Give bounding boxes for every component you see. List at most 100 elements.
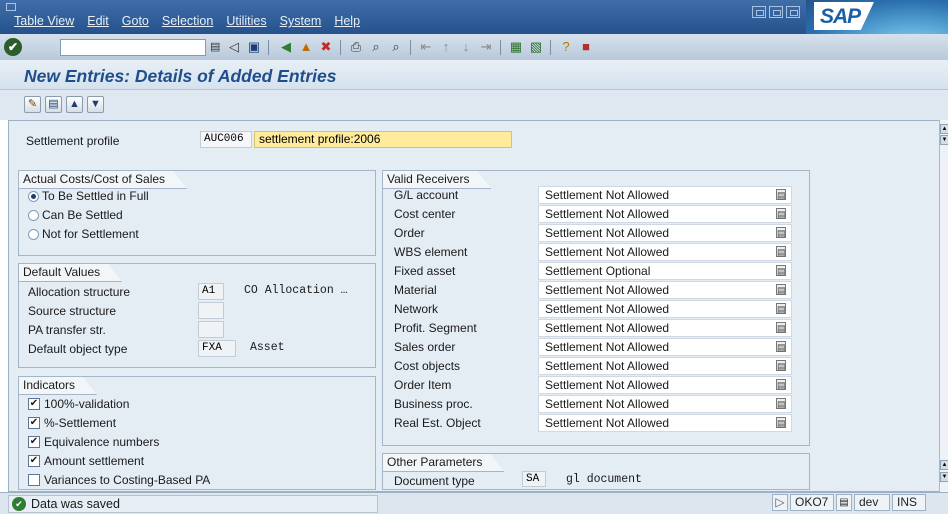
receiver-value[interactable]: Settlement Not Allowed [538,414,792,432]
dropdown-icon[interactable]: ▤ [776,208,786,219]
dropdown-icon[interactable]: ▤ [776,360,786,371]
layout-icon[interactable]: ■ [578,39,594,55]
receiver-value[interactable]: Settlement Not Allowed [538,357,792,375]
checkbox-amount-settlement[interactable]: ✔ [28,455,40,467]
menu-goto[interactable]: Goto [122,14,149,28]
dropdown-icon[interactable]: ▤ [776,246,786,257]
toolbar-separator [550,40,551,55]
maximize-icon[interactable] [769,6,783,18]
close-icon[interactable] [786,6,800,18]
radio-can-be-settled[interactable] [28,210,39,221]
receiver-name: Material [394,283,437,297]
receiver-row-material: Material Settlement Not Allowed ▤ [389,281,792,300]
command-field[interactable] [60,39,206,56]
check-circle-icon[interactable]: ✔ [4,38,22,56]
cancel-icon[interactable]: ✖ [318,39,334,55]
source-structure-field[interactable] [198,302,224,319]
next-page-icon[interactable]: ↓ [458,39,474,55]
dropdown-icon[interactable]: ▤ [776,341,786,352]
dropdown-icon[interactable]: ▤ [776,284,786,295]
dropdown-icon[interactable]: ▤ [776,379,786,390]
next-entry-icon[interactable]: ▼ [87,96,104,113]
menu-system[interactable]: System [280,14,322,28]
previous-entry-icon[interactable]: ▲ [66,96,83,113]
dropdown-icon[interactable]: ▤ [776,417,786,428]
dropdown-icon[interactable]: ▤ [776,227,786,238]
receiver-row-cost-center: Cost center Settlement Not Allowed ▤ [389,205,792,224]
exit-icon[interactable]: ▲ [298,39,314,55]
dropdown-icon[interactable]: ▤ [776,322,786,333]
receiver-name: Business proc. [394,397,473,411]
scroll-down-icon[interactable]: ▼ [940,472,948,482]
previous-page-icon[interactable]: ↑ [438,39,454,55]
checkbox-equivalence-numbers[interactable]: ✔ [28,436,40,448]
radio-not-for-settlement[interactable] [28,229,39,240]
receiver-value[interactable]: Settlement Not Allowed [538,224,792,242]
allocation-structure-field[interactable]: A1 [198,283,224,300]
checkbox-percent-settlement[interactable]: ✔ [28,417,40,429]
print-icon[interactable]: ⎙ [348,39,364,55]
last-page-icon[interactable]: ⇥ [478,39,494,55]
receiver-row-fixed-asset: Fixed asset Settlement Optional ▤ [389,262,792,281]
receiver-value[interactable]: Settlement Not Allowed [538,186,792,204]
pa-transfer-field[interactable] [198,321,224,338]
receiver-value[interactable]: Settlement Not Allowed [538,205,792,223]
document-type-label: Document type [394,474,475,488]
back-icon[interactable]: ◀ [278,39,294,55]
save-entry-icon[interactable]: ▤ [45,96,62,113]
menu-edit[interactable]: Edit [87,14,109,28]
menu-table-view[interactable]: Table View [14,14,74,28]
scroll-up-icon[interactable]: ▲ [940,124,948,134]
checkbox-100-validation-label: 100%-validation [44,397,130,411]
receiver-name: G/L account [394,188,459,202]
receiver-value[interactable]: Settlement Not Allowed [538,338,792,356]
shortcut-icon[interactable]: ▧ [528,39,544,55]
system-menu-icon[interactable] [6,3,16,11]
dropdown-icon[interactable]: ▤ [776,189,786,200]
receiver-value[interactable]: Settlement Not Allowed [538,376,792,394]
receiver-value[interactable]: Settlement Optional [538,262,792,280]
first-page-icon[interactable]: ⇤ [418,39,434,55]
checkbox-100-validation[interactable]: ✔ [28,398,40,410]
command-history-icon[interactable]: ▤ [210,40,222,54]
status-server: dev [854,494,890,511]
receiver-row-network: Network Settlement Not Allowed ▤ [389,300,792,319]
status-transaction: OKO7 [790,494,834,511]
vertical-scrollbar[interactable]: ▲ ▼ ▲ ▼ [939,120,948,492]
default-object-type-text: Asset [250,341,285,354]
status-server-icon[interactable]: ▤ [836,494,852,511]
help-icon[interactable]: ? [558,39,574,55]
dropdown-icon[interactable]: ▤ [776,303,786,314]
scroll-down-icon[interactable]: ▼ [940,135,948,145]
document-type-field[interactable]: SA [522,471,546,487]
back-arrow-icon[interactable]: ◁ [226,39,242,55]
minimize-icon[interactable] [752,6,766,18]
status-mode[interactable]: INS [892,494,926,511]
checkbox-variances-costing-pa[interactable] [28,474,40,486]
create-session-icon[interactable]: ▦ [508,39,524,55]
receiver-value[interactable]: Settlement Not Allowed [538,300,792,318]
receiver-name: WBS element [394,245,468,259]
menu-utilities[interactable]: Utilities [226,14,266,28]
status-expand-icon[interactable]: ▷ [772,494,788,511]
receiver-value[interactable]: Settlement Not Allowed [538,281,792,299]
receiver-value[interactable]: Settlement Not Allowed [538,395,792,413]
settlement-profile-description[interactable]: settlement profile:2006 [254,131,512,148]
success-check-icon: ✔ [12,497,26,511]
default-values-title: Default Values [19,264,122,282]
receiver-value[interactable]: Settlement Not Allowed [538,243,792,261]
default-object-type-field[interactable]: FXA [198,340,236,357]
dropdown-icon[interactable]: ▤ [776,265,786,276]
menu-help[interactable]: Help [334,14,360,28]
radio-settled-in-full[interactable] [28,191,39,202]
save-icon[interactable]: ▣ [246,39,262,55]
status-message[interactable]: ✔ Data was saved [8,495,378,513]
find-next-icon[interactable]: ⌕ [388,39,404,55]
menu-selection[interactable]: Selection [162,14,213,28]
receiver-value[interactable]: Settlement Not Allowed [538,319,792,337]
display-change-icon[interactable]: ✎ [24,96,41,113]
scroll-up-icon[interactable]: ▲ [940,460,948,470]
dropdown-icon[interactable]: ▤ [776,398,786,409]
settlement-profile-code[interactable]: AUC006 [200,131,252,148]
find-icon[interactable]: ⌕ [368,39,384,55]
